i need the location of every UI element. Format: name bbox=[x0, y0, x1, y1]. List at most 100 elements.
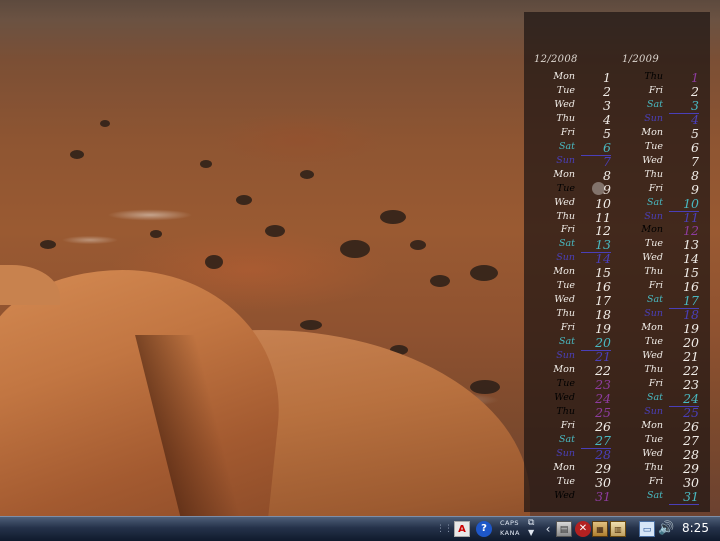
day-name: Tue bbox=[556, 182, 575, 194]
calendar-day[interactable]: Wed 10 bbox=[524, 196, 612, 211]
calendar-day[interactable]: Wed 21 bbox=[612, 349, 700, 364]
clock[interactable]: 8:25 bbox=[682, 521, 709, 535]
day-date: 2 bbox=[603, 83, 611, 99]
calendar-day[interactable]: Fri 12 bbox=[524, 223, 612, 239]
calendar-day[interactable]: Wed 14 bbox=[612, 251, 700, 266]
calendar-day[interactable]: Mon 26 bbox=[612, 419, 700, 434]
restore-icon[interactable]: ⧉ bbox=[528, 518, 534, 528]
calendar-day[interactable]: Mon 22 bbox=[524, 363, 612, 378]
calendar-day[interactable]: Sun 25 bbox=[612, 405, 700, 420]
calendar-day[interactable]: Tue 30 bbox=[524, 475, 612, 490]
day-date: 1 bbox=[603, 70, 611, 85]
calendar-day[interactable]: Sun 7 bbox=[524, 154, 612, 169]
calendar-day[interactable]: Wed 17 bbox=[524, 293, 612, 309]
calendar-day[interactable]: Tue 9 bbox=[524, 181, 612, 197]
bush-shape bbox=[410, 240, 426, 250]
bush-shape bbox=[470, 380, 500, 394]
calendar-day[interactable]: Thu 18 bbox=[524, 307, 612, 322]
calendar-day[interactable]: Thu 11 bbox=[524, 210, 612, 225]
calendar-day[interactable]: Sat 3 bbox=[612, 98, 700, 114]
security-shield-icon[interactable]: ✕ bbox=[575, 521, 591, 537]
day-name: Fri bbox=[560, 224, 575, 236]
calendar-day[interactable]: Thu 1 bbox=[612, 70, 700, 85]
calendar-day[interactable]: Fri 30 bbox=[612, 475, 700, 490]
calendar-day[interactable]: Wed 24 bbox=[524, 391, 612, 406]
app-icon[interactable]: ▥ bbox=[610, 521, 626, 537]
calendar-day[interactable]: Wed 28 bbox=[612, 447, 700, 462]
kana-indicator: KANA bbox=[500, 529, 520, 537]
calendar-day[interactable]: Sun 14 bbox=[524, 251, 612, 266]
calendar-day[interactable]: Fri 9 bbox=[612, 182, 700, 197]
calendar-day[interactable]: Sat 20 bbox=[524, 335, 612, 352]
calendar-day[interactable]: Thu 29 bbox=[612, 461, 700, 476]
calendar-day[interactable]: Sun 28 bbox=[524, 447, 612, 462]
calendar-day[interactable]: Sat 13 bbox=[524, 237, 612, 254]
dropdown-arrow-icon[interactable]: ▼ bbox=[528, 528, 534, 537]
calendar-day[interactable]: Mon 29 bbox=[524, 461, 612, 476]
calendar-day[interactable]: Tue 16 bbox=[524, 279, 612, 294]
calendar-day[interactable]: Sat 6 bbox=[524, 140, 612, 156]
calendar-day[interactable]: Thu 22 bbox=[612, 363, 700, 378]
calendar-day[interactable]: Mon 19 bbox=[612, 321, 700, 336]
volume-icon[interactable]: 🔊 bbox=[658, 521, 674, 537]
calendar-day[interactable]: Wed 31 bbox=[524, 489, 612, 504]
calendar-day[interactable]: Fri 19 bbox=[524, 321, 612, 336]
calendar-day[interactable]: Sun 21 bbox=[524, 349, 612, 364]
calendar-day[interactable]: Sun 4 bbox=[612, 111, 700, 127]
app-icon[interactable]: ▦ bbox=[592, 521, 608, 537]
tray-grip-icon[interactable]: ⋮⋮ bbox=[436, 521, 453, 537]
day-date: 11 bbox=[683, 209, 699, 225]
adobe-reader-icon[interactable]: A bbox=[454, 521, 470, 537]
calendar-day[interactable]: Sat 27 bbox=[524, 433, 612, 449]
calendar-day[interactable]: Sun 11 bbox=[612, 209, 700, 225]
calendar-day[interactable]: Thu 25 bbox=[524, 405, 612, 420]
day-date: 4 bbox=[691, 111, 699, 127]
calendar-day[interactable]: Mon 15 bbox=[524, 265, 612, 280]
calendar-day[interactable]: Sat 31 bbox=[612, 489, 700, 505]
day-date: 23 bbox=[683, 376, 699, 392]
calendar-day[interactable]: Sat 24 bbox=[612, 391, 700, 407]
calendar-day[interactable]: Tue 2 bbox=[524, 83, 612, 99]
bush-shape bbox=[380, 210, 406, 224]
calendar-day[interactable]: Tue 20 bbox=[612, 335, 700, 350]
calendar-day[interactable]: Tue 6 bbox=[612, 140, 700, 155]
sandstone-rock bbox=[0, 270, 295, 516]
calendar-day[interactable]: Fri 23 bbox=[612, 376, 700, 392]
calendar-day[interactable]: Tue 23 bbox=[524, 376, 612, 392]
calendar-day[interactable]: Mon 5 bbox=[612, 126, 700, 141]
system-tray: ⋮⋮ A ? CAPS KANA ⧉ ▼ ‹ ▤ ✕ ▦ ▥ ▭ 🔊 8:25 bbox=[436, 517, 720, 541]
calendar-day[interactable]: Tue 27 bbox=[612, 433, 700, 448]
day-name: Wed bbox=[554, 489, 575, 501]
calendar-day[interactable]: Sat 17 bbox=[612, 293, 700, 310]
calendar-day[interactable]: Thu 4 bbox=[524, 112, 612, 127]
calendar-day[interactable]: Wed 7 bbox=[612, 153, 700, 169]
day-date: 7 bbox=[691, 153, 699, 169]
show-hidden-icons-chevron-icon[interactable]: ‹ bbox=[540, 521, 556, 537]
calendar-day[interactable]: Fri 5 bbox=[524, 126, 612, 141]
month-heading: 1/2009 bbox=[622, 54, 659, 65]
calendar-day[interactable]: Mon 1 bbox=[524, 70, 612, 85]
calendar-day[interactable]: Wed 3 bbox=[524, 98, 612, 113]
help-icon[interactable]: ? bbox=[476, 521, 492, 537]
day-date: 23 bbox=[595, 376, 611, 392]
calendar-day[interactable]: Sat 10 bbox=[612, 196, 700, 212]
calendar-day[interactable]: Sun 18 bbox=[612, 307, 700, 322]
network-icon[interactable]: ▭ bbox=[639, 521, 655, 537]
day-date: 13 bbox=[683, 237, 699, 253]
calendar-day[interactable]: Fri 2 bbox=[612, 84, 700, 99]
calendar-day[interactable]: Fri 26 bbox=[524, 419, 612, 434]
day-name: Sat bbox=[559, 238, 575, 250]
day-date: 12 bbox=[595, 223, 611, 239]
bush-shape bbox=[236, 195, 252, 205]
calendar-day[interactable]: Mon 12 bbox=[612, 223, 700, 238]
ime-toolbar[interactable]: CAPS KANA ⧉ ▼ bbox=[498, 518, 542, 540]
calendar-day[interactable]: Mon 8 bbox=[524, 168, 612, 183]
calendar-day[interactable]: Thu 8 bbox=[612, 168, 700, 183]
calendar-day[interactable]: Tue 13 bbox=[612, 237, 700, 253]
calendar-day[interactable]: Thu 15 bbox=[612, 265, 700, 280]
calendar-gadget[interactable]: 12/2008 1/2009 Mon 1 Tue 2 Wed 3 Thu 4 Fri 5 Sat 6 S… bbox=[524, 12, 710, 512]
app-icon[interactable]: ▤ bbox=[556, 521, 572, 537]
day-name: Tue bbox=[556, 377, 575, 389]
day-date: 17 bbox=[595, 293, 611, 309]
calendar-day[interactable]: Fri 16 bbox=[612, 279, 700, 294]
